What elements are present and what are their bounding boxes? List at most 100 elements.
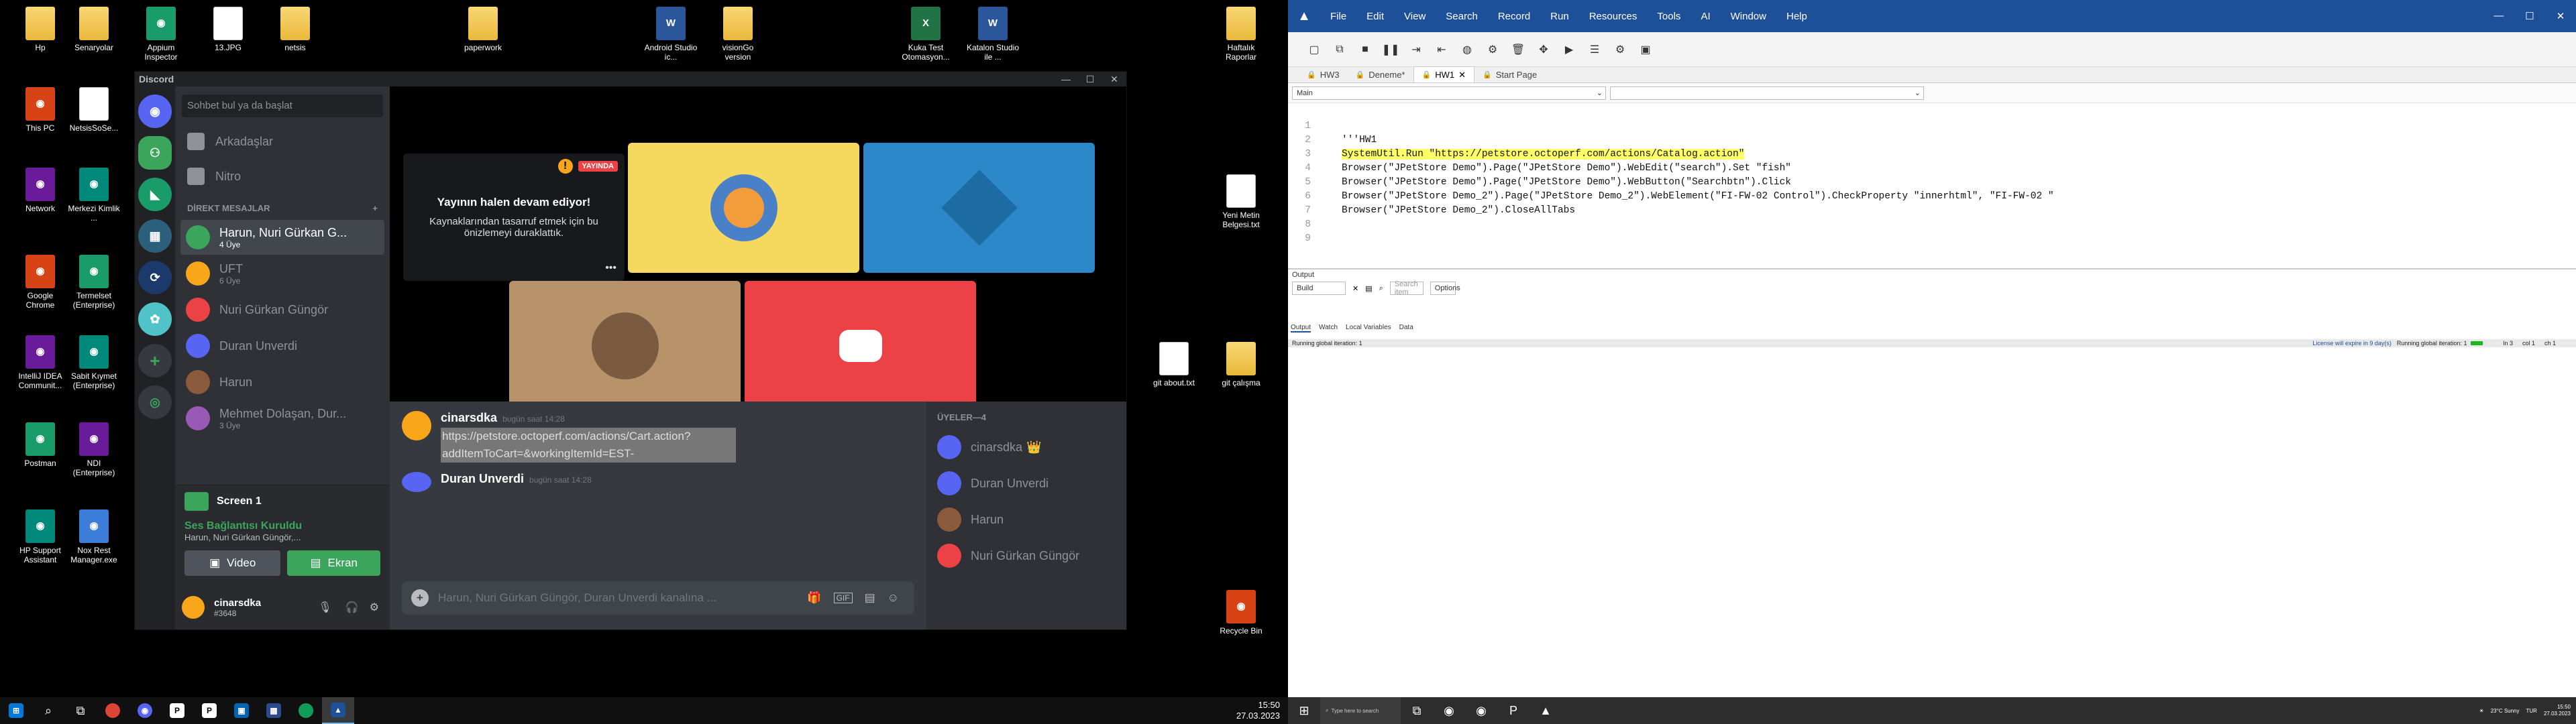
list-icon[interactable]: ☰ (1582, 40, 1607, 60)
uft-taskbar-icon[interactable]: ▲ (1529, 697, 1562, 724)
discord-home-icon[interactable]: ◉ (138, 95, 172, 128)
desktop-icon[interactable]: X Kuka Test Otomasyon... (899, 7, 953, 62)
desktop-icon[interactable]: ◉ Google Chrome (13, 255, 67, 310)
close-icon[interactable]: ✕ (1102, 72, 1126, 86)
screen-button[interactable]: ▤ Ekran (287, 550, 380, 576)
desktop-icon[interactable]: visionGo version (711, 7, 765, 62)
emoji-icon[interactable]: ☺ (888, 591, 899, 605)
menu-item[interactable]: Run (1540, 11, 1579, 22)
desktop-icon[interactable]: Hp (13, 7, 67, 52)
bottom-tab[interactable]: Watch (1319, 324, 1338, 333)
discord-taskbar-icon[interactable]: ◉ (129, 697, 161, 724)
dm-item[interactable]: Harun (180, 365, 384, 400)
app-icon[interactable]: P (161, 697, 193, 724)
message-link[interactable]: https://petstore.octoperf.com/actions/Ca… (441, 428, 736, 463)
windows-start-icon[interactable]: ⊞ (1288, 697, 1320, 724)
windows-start-icon[interactable]: ⊞ (0, 697, 32, 724)
clock[interactable]: 15:50 27.03.2023 (1236, 700, 1280, 721)
desktop-icon[interactable]: netsis (268, 7, 322, 52)
app-icon[interactable]: P (1497, 697, 1529, 724)
close-icon[interactable]: ✕ (2545, 10, 2576, 22)
app-icon[interactable]: ▣ (225, 697, 258, 724)
desktop-icon[interactable]: ▤ 13.JPG (201, 7, 255, 52)
headphones-icon[interactable]: 🎧 (345, 601, 359, 614)
document-tab[interactable]: 🔒 HW3 (1299, 66, 1348, 82)
discord-window[interactable]: Discord — ☐ ✕ ◉ ⚇ ◣ ▦ ⟳ ✿ + ◎ Sohbet bul… (134, 71, 1127, 630)
menu-item[interactable]: Search (1436, 11, 1488, 22)
clock[interactable]: 15:50 27.03.2023 (2544, 704, 2571, 717)
menu-item[interactable]: Window (1721, 11, 1776, 22)
code-editor[interactable]: 1 2 '''HW1 3 SystemUtil.Run "https://petstor… (1288, 117, 2576, 264)
desktop-icon[interactable]: ◉ Postman (13, 422, 67, 468)
stop-icon[interactable]: ■ (1352, 40, 1378, 60)
code-line[interactable]: Browser("JPetStore Demo").Page("JPetStor… (1342, 177, 1791, 188)
video-tile[interactable] (863, 143, 1095, 273)
uft-taskbar-icon[interactable]: ▲ (322, 697, 354, 724)
avatar[interactable] (402, 411, 431, 440)
settings-icon[interactable]: ⚙ (1607, 40, 1633, 60)
spy-icon[interactable]: ✥ (1531, 40, 1556, 60)
gif-icon[interactable]: GIF (833, 593, 853, 603)
desktop-icon[interactable]: ◉ Appium Inspector (134, 7, 188, 62)
pause-icon[interactable]: ❚❚ (1378, 40, 1403, 60)
menu-item[interactable]: Resources (1579, 11, 1648, 22)
dm-item[interactable]: Duran Unverdi (180, 328, 384, 363)
dm-search-input[interactable]: Sohbet bul ya da başlat (182, 95, 383, 117)
maximize-icon[interactable]: ☐ (2514, 10, 2545, 22)
code-line[interactable]: '''HW1 (1342, 135, 1377, 145)
document-tab[interactable]: 🔒 Deneme* (1348, 66, 1413, 82)
discord-taskbar-icon[interactable]: ◉ (1465, 697, 1497, 724)
new-icon[interactable]: ▢ (1301, 40, 1327, 60)
message-input[interactable]: + Harun, Nuri Gürkan Güngör, Duran Unver… (402, 581, 914, 615)
clear-icon[interactable]: ✕ (1352, 284, 1358, 293)
dm-item[interactable]: Mehmet Dolaşan, Dur... 3 Üye (180, 401, 384, 436)
code-line[interactable]: Browser("JPetStore Demo_2").Page("JPetSt… (1342, 191, 2054, 202)
bottom-tab[interactable]: Output (1291, 324, 1311, 333)
dm-item[interactable]: Harun, Nuri Gürkan G... 4 Üye (180, 220, 384, 255)
desktop-icon[interactable]: ◉ HP Support Assistant (13, 509, 67, 564)
record-options-icon[interactable]: ⚙ (1480, 40, 1505, 60)
video-tile[interactable] (628, 143, 859, 273)
menu-item[interactable]: File (1320, 11, 1356, 22)
server-icon[interactable]: ⚇ (138, 136, 172, 170)
avatar[interactable] (402, 472, 431, 492)
dm-item[interactable]: Nuri Gürkan Güngör (180, 292, 384, 327)
add-attachment-icon[interactable]: + (411, 589, 429, 607)
dm-item[interactable]: UFT 6 Üye (180, 256, 384, 291)
desktop-icon[interactable]: ◉ IntelliJ IDEA Communit... (13, 335, 67, 390)
video-tile[interactable] (509, 281, 741, 411)
server-icon[interactable]: ⟳ (138, 261, 172, 294)
video-tile[interactable] (745, 281, 976, 411)
desktop-icon[interactable]: ◉ Termelset (Enterprise) (67, 255, 121, 310)
edge-icon[interactable] (290, 697, 322, 724)
language-indicator[interactable]: TUR (2526, 708, 2537, 714)
copy-icon[interactable]: ⧉ (1327, 40, 1352, 60)
options-button[interactable]: Options (1430, 282, 1460, 295)
nitro-item[interactable]: Nitro (180, 160, 384, 192)
app-icon[interactable]: P (193, 697, 225, 724)
message-author[interactable]: cinarsdka (441, 411, 497, 424)
desktop-icon[interactable]: ◉ NDI (Enterprise) (67, 422, 121, 477)
member-item[interactable]: Duran Unverdi (937, 465, 1116, 501)
bottom-tab[interactable]: Data (1399, 324, 1413, 333)
license-notice[interactable]: License will expire in 9 day(s) (2312, 340, 2392, 347)
output-search-input[interactable]: Search item (1389, 280, 1424, 296)
desktop-icon[interactable]: ◉ Sabit Kıymet (Enterprise) (67, 335, 121, 390)
add-server-icon[interactable]: + (138, 344, 172, 377)
bottom-tab[interactable]: Local Variables (1346, 324, 1391, 333)
message-author[interactable]: Duran Unverdi (441, 472, 524, 485)
step-into-icon[interactable]: ⇥ (1403, 40, 1429, 60)
menu-item[interactable]: Record (1488, 11, 1540, 22)
desktop-icon[interactable]: ◉ Nox Rest Manager.exe (67, 509, 121, 564)
code-line[interactable]: Browser("JPetStore Demo_2").CloseAllTabs (1342, 205, 1575, 216)
task-view-icon[interactable]: ⧉ (1401, 697, 1433, 724)
breakpoint-icon[interactable]: ◍ (1454, 40, 1480, 60)
step-out-icon[interactable]: ⇤ (1429, 40, 1454, 60)
task-view-icon[interactable]: ⧉ (64, 697, 97, 724)
chrome-icon[interactable] (97, 697, 129, 724)
desktop-icon[interactable]: ≡ Yeni Metin Belgesi.txt (1214, 174, 1268, 229)
chrome-icon[interactable]: ◉ (1433, 697, 1465, 724)
output-filter-select[interactable]: Build (1292, 282, 1346, 295)
minimize-icon[interactable]: — (1054, 72, 1078, 86)
code-line[interactable]: Browser("JPetStore Demo").Page("JPetStor… (1342, 163, 1791, 174)
